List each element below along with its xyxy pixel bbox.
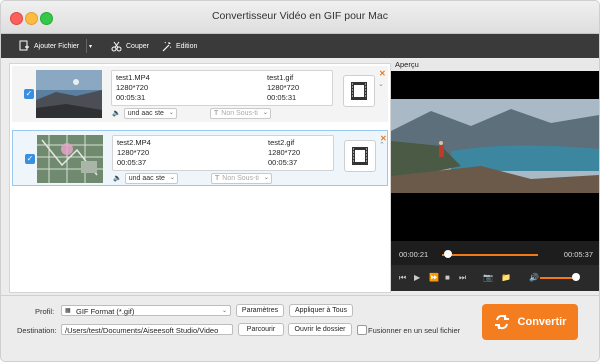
play-icon[interactable]: ▶	[414, 273, 420, 282]
edit-label: Edition	[176, 42, 198, 50]
bottom-panel: Profil: ▦ GIF Format (*.gif) ⌄ Paramètre…	[1, 295, 599, 361]
chevron-down-icon: ⌄	[378, 81, 384, 88]
output-format-button[interactable]	[344, 140, 376, 172]
subtitle-icon: T	[215, 174, 220, 182]
apply-to-all-button[interactable]: Appliquer à Tous	[289, 304, 353, 317]
output-resolution: 1280*720	[268, 148, 301, 157]
magic-wand-icon	[162, 41, 172, 51]
subtitle-control: T Non Sous-ti ⌄	[211, 172, 272, 184]
edit-button[interactable]: Edition	[161, 34, 197, 58]
chevron-down-icon: ⌄	[168, 109, 174, 116]
remove-file-button[interactable]: ✕	[379, 69, 386, 78]
convert-label: Convertir	[517, 316, 567, 328]
video-thumbnail	[37, 135, 103, 183]
open-folder-button[interactable]: Ouvrir le dossier	[288, 323, 352, 336]
scissors-icon	[111, 41, 122, 51]
file-checkbox[interactable]: ✓	[25, 154, 35, 164]
audio-track-select[interactable]: und aac ste ⌄	[124, 172, 178, 184]
file-row[interactable]: ✓ test1.MP4 1280*720 00:05:31 test1.gif …	[12, 66, 388, 122]
subtitle-icon: T	[214, 109, 219, 117]
add-file-button[interactable]: Ajouter Fichier	[19, 34, 79, 58]
destination-input[interactable]: /Users/test/Documents/Aiseesoft Studio/V…	[61, 324, 233, 335]
cut-button[interactable]: Couper	[111, 34, 149, 58]
merge-checkbox[interactable]	[357, 325, 367, 335]
gif-format-icon: ▦	[65, 308, 71, 314]
move-down-button[interactable]: ⌄	[378, 80, 384, 88]
convert-icon	[494, 314, 509, 330]
chevron-down-icon: ▾	[89, 43, 93, 50]
source-resolution: 1280*720	[117, 148, 150, 157]
subtitle-select[interactable]: T Non Sous-ti ⌄	[211, 172, 272, 184]
subtitle-select[interactable]: T Non Sous-ti ⌄	[210, 107, 271, 119]
preview-video-letterbox	[391, 213, 599, 241]
speaker-icon: 🔈	[113, 175, 122, 182]
settings-button[interactable]: Paramètres	[236, 304, 284, 317]
profile-select[interactable]: ▦ GIF Format (*.gif) ⌄	[61, 305, 231, 316]
chevron-down-icon: ⌄	[221, 308, 227, 314]
output-name: test2.gif	[268, 138, 295, 147]
browse-button[interactable]: Parcourir	[238, 323, 284, 336]
preview-label: Aperçu	[391, 59, 599, 71]
file-checkbox[interactable]: ✓	[24, 89, 34, 99]
next-icon[interactable]: ⏭	[459, 273, 466, 283]
time-bar: 00:00:21 00:05:37	[391, 241, 599, 265]
title-bar: Convertisseur Vidéo en GIF pour Mac	[1, 1, 599, 34]
speaker-icon: 🔈	[112, 110, 121, 117]
chevron-down-icon: ⌄	[169, 174, 175, 181]
output-name: test1.gif	[267, 73, 294, 82]
cut-label: Couper	[126, 42, 149, 50]
chevron-down-icon: ⌄	[263, 174, 269, 181]
source-duration: 00:05:37	[117, 158, 147, 167]
source-name: test1.MP4	[116, 73, 150, 82]
output-duration: 00:05:37	[268, 158, 298, 167]
audio-track-control: 🔈 und aac ste ⌄	[112, 107, 177, 119]
preview-video	[391, 71, 599, 213]
output-format-button[interactable]	[343, 75, 375, 107]
add-file-dropdown[interactable]: ▾	[89, 34, 92, 58]
output-resolution: 1280*720	[267, 83, 300, 92]
toolbar: Ajouter Fichier ▾ Couper Edition	[1, 34, 599, 58]
stop-icon[interactable]: ■	[445, 273, 450, 282]
file-row[interactable]: ✓ test2.MP4 1280*720 00:05:37 test2.gif …	[12, 130, 388, 186]
source-resolution: 1280*720	[116, 83, 149, 92]
chevron-up-icon: ⌃	[379, 142, 385, 149]
move-up-button[interactable]: ⌃	[379, 141, 385, 149]
progress-handle[interactable]	[443, 250, 452, 258]
chevron-down-icon: ⌄	[262, 109, 268, 116]
add-file-label: Ajouter Fichier	[34, 42, 80, 50]
volume-handle[interactable]	[572, 273, 580, 281]
snapshot-icon[interactable]: 📷	[483, 273, 493, 282]
convert-button[interactable]: Convertir	[482, 304, 578, 340]
film-icon	[352, 147, 368, 165]
audio-track-control: 🔈 und aac ste ⌄	[113, 172, 178, 184]
window-title: Convertisseur Vidéo en GIF pour Mac	[211, 10, 389, 22]
add-file-icon	[19, 40, 29, 51]
folder-icon[interactable]: 📁	[501, 273, 511, 282]
merge-label: Fusionner en un seul fichier	[368, 326, 461, 335]
destination-label: Destination:	[17, 326, 57, 335]
previous-icon[interactable]: ⏮	[399, 273, 406, 283]
film-icon	[351, 82, 367, 100]
file-info: test2.MP4 1280*720 00:05:37 test2.gif 12…	[112, 135, 334, 171]
video-thumbnail	[36, 70, 102, 118]
toolbar-separator	[86, 39, 87, 53]
file-info: test1.MP4 1280*720 00:05:31 test1.gif 12…	[111, 70, 333, 106]
volume-icon[interactable]: 🔊	[529, 273, 539, 282]
source-duration: 00:05:31	[116, 93, 146, 102]
current-time: 00:00:21	[399, 250, 429, 259]
profile-label: Profil:	[35, 307, 55, 316]
audio-track-select[interactable]: und aac ste ⌄	[123, 107, 177, 119]
total-time: 00:05:37	[563, 250, 593, 259]
volume-slider[interactable]	[540, 277, 576, 279]
progress-track[interactable]	[442, 254, 538, 256]
fast-forward-icon[interactable]: ⏩	[429, 273, 439, 282]
output-duration: 00:05:31	[267, 93, 297, 102]
subtitle-control: T Non Sous-ti ⌄	[210, 107, 271, 119]
app-window: Convertisseur Vidéo en GIF pour Mac Ajou…	[0, 0, 600, 362]
source-name: test2.MP4	[117, 138, 151, 147]
player-controls: ⏮ ▶ ⏩ ■ ⏭ 📷 📁 🔊	[391, 265, 599, 291]
file-list: ✓ test1.MP4 1280*720 00:05:31 test1.gif …	[9, 63, 391, 293]
